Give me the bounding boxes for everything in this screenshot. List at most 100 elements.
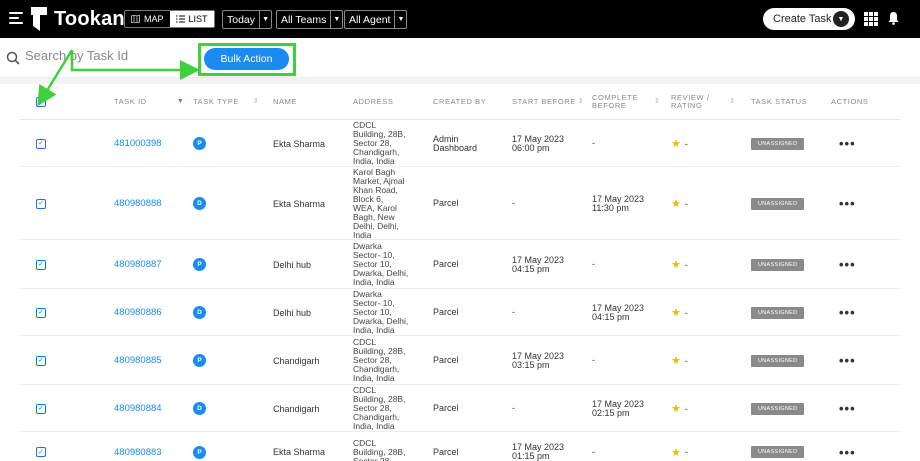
rating-value: - [684,447,688,457]
table-row[interactable]: ✓ 480980887 P Delhi hub Dwarka Sector- 10, S… [20,240,900,289]
create-task-caret-icon[interactable]: ▼ [833,11,849,27]
column-header-complete-before[interactable]: COMPLETE BEFORE ⇕ [592,84,661,120]
table-row[interactable]: ✓ 480980888 D Ekta Sharma Karol Bagh Market,… [20,167,900,240]
task-type-badge-cell: P [193,240,206,289]
complete-before-cell: 17 May 2023 11:30 pm [592,167,644,240]
status-badge-cell: UNASSIGNED [751,167,805,240]
list-view-button[interactable]: LIST [169,11,214,27]
more-actions-icon-cell: ••• [839,432,856,461]
task-name-cell: Ekta Sharma [273,120,325,167]
row-checkbox[interactable]: ✓ [36,355,46,366]
status-badge: UNASSIGNED [751,137,805,150]
task-id-link-cell: 480980887 [114,240,162,289]
task-name: Ekta Sharma [273,138,326,149]
date-filter-dropdown[interactable]: Today ▼ [222,10,273,29]
create-task-button[interactable]: Create Task ▼ [763,8,855,30]
row-checkbox[interactable]: ✓ [36,138,46,149]
complete-before-header-label: COMPLETE BEFORE [592,93,639,110]
more-actions-icon-cell: ••• [839,120,856,167]
row-checkbox[interactable]: ✓ [36,307,46,318]
task-type-badge: D [193,197,206,210]
row-checkbox[interactable]: ✓ [36,403,46,414]
complete-before: - [592,259,595,269]
search-input[interactable] [25,48,185,63]
name-header-label: NAME [273,97,298,106]
more-actions-icon[interactable]: ••• [839,305,856,320]
more-actions-icon[interactable]: ••• [839,353,856,368]
task-type-badge: P [193,258,206,271]
created-by: Parcel [433,403,459,413]
task-id-header-label: TASK ID [114,97,147,106]
task-id-link[interactable]: 480980883 [114,447,162,458]
sort-desc-icon[interactable]: ▼ [177,98,185,106]
task-address-cell: Karol Bagh Market, Ajmal Khan Road, Bloc… [353,167,405,240]
task-id-link[interactable]: 480980884 [114,403,162,414]
apps-grid-icon[interactable] [864,12,878,26]
sort-icon[interactable]: ⇕ [654,98,660,106]
review-rating-cell: ★ - [671,120,688,167]
column-header-review[interactable]: REVIEW / RATING ⇕ [671,84,736,120]
task-id-link[interactable]: 480980886 [114,307,162,318]
select-all-checkbox[interactable]: ✓ [36,97,46,107]
table-row[interactable]: ✓ 480980886 D Delhi hub Dwarka Sector- 10, S… [20,289,900,336]
task-address-cell: Dwarka Sector- 10, Sector 10, Dwarka, De… [353,289,408,336]
task-type-badge: P [193,354,206,367]
task-type-badge-cell: D [193,289,206,336]
column-header-start-before[interactable]: START BEFORE ⇕ [512,84,584,120]
task-address-cell: CDCL Building, 28B, Sector 28, [353,432,405,461]
bulk-action-button[interactable]: Bulk Action [204,48,289,70]
row-checkbox[interactable]: ✓ [36,447,46,457]
more-actions-icon[interactable]: ••• [839,136,856,151]
task-id-link[interactable]: 480980888 [114,198,162,209]
row-checkbox[interactable]: ✓ [36,198,46,209]
table-row[interactable]: ✓ 480980885 P Chandigarh CDCL Building, 28B,… [20,336,900,385]
table-row[interactable]: ✓ 480980883 P Ekta Sharma CDCL Building, 28B… [20,432,900,461]
column-header-created-by[interactable]: CREATED BY [433,84,486,120]
notification-bell-icon[interactable] [888,11,899,25]
table-row[interactable]: ✓ 481000398 P Ekta Sharma CDCL Building, 28B… [20,120,900,167]
task-id-link[interactable]: 480980885 [114,355,162,366]
star-icon: ★ [671,198,681,210]
more-actions-icon[interactable]: ••• [839,445,856,460]
start-before: - [512,307,515,317]
status-badge-cell: UNASSIGNED [751,432,805,461]
sort-icon[interactable]: ⇕ [578,98,584,106]
team-filter-dropdown[interactable]: All Teams ▼ [276,10,344,29]
sort-icon[interactable]: ⇕ [730,98,736,106]
map-label: MAP [144,14,164,24]
more-actions-icon[interactable]: ••• [839,257,856,272]
task-name-cell: Chandigarh [273,385,320,432]
agent-filter-dropdown[interactable]: All Agent ▼ [344,10,408,29]
row-checkbox[interactable]: ✓ [36,259,46,270]
search-toolbar [0,38,920,78]
column-header-name[interactable]: NAME [273,84,297,120]
start-before-cell: - [512,289,515,336]
created-by-cell: Parcel [433,385,459,432]
column-header-status[interactable]: TASK STATUS [751,84,807,120]
review-rating-cell: ★ - [671,336,688,385]
column-header-task-id[interactable]: TASK ID ▼ [114,84,184,120]
more-actions-icon[interactable]: ••• [839,196,856,211]
status-badge: UNASSIGNED [751,258,805,271]
start-before-header-label: START BEFORE [512,97,576,106]
sort-icon[interactable]: ⇕ [253,98,259,106]
task-id-link[interactable]: 480980887 [114,259,162,270]
star-icon: ★ [671,446,681,459]
list-icon [175,15,185,23]
row-checkbox-cell: ✓ [36,385,46,432]
task-id-link[interactable]: 481000398 [114,138,162,149]
table-row[interactable]: ✓ 480980884 D Chandigarh CDCL Building, 28B,… [20,385,900,432]
column-header-address[interactable]: ADDRESS [353,84,393,120]
review-rating-cell: ★ - [671,385,688,432]
map-view-button[interactable]: MAP [125,11,170,27]
more-actions-icon[interactable]: ••• [839,401,856,416]
star-icon: ★ [671,307,681,319]
complete-before: 17 May 2023 04:15 pm [592,302,645,322]
star-icon: ★ [671,259,681,271]
hamburger-menu-icon[interactable] [9,12,23,24]
created-by: Admin Dashboard [433,133,478,153]
table-header: ✓ TASK ID ▼ TASK TYPE ⇕ NAME ADDRESS CRE… [20,84,900,120]
column-header-task-type[interactable]: TASK TYPE ⇕ [193,84,259,120]
complete-before-cell: - [592,120,595,167]
task-address-cell: CDCL Building, 28B, Sector 28, Chandigar… [353,385,405,432]
